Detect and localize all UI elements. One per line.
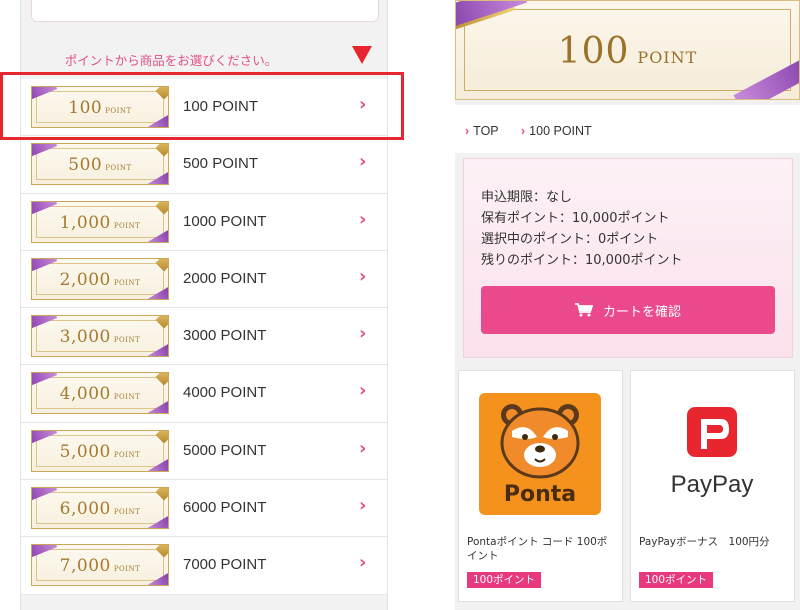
point-row-6000[interactable]: 6,000 POINT 6000 POINT › [21,480,387,538]
chevron-right-icon: › [359,208,367,230]
point-row-label: 1000 POINT [183,212,267,230]
chevron-right-icon: › [359,437,367,459]
point-thumbnail: 3,000 POINT [31,315,169,358]
selected-points-text: 選択中のポイント：0ポイント [481,232,659,247]
product-title: Pontaポイント コード 100ポイント [467,536,608,563]
point-row-7000[interactable]: 7,000 POINT 7000 POINT › [21,537,387,595]
product-title: PayPayボーナス 100円分 [639,536,770,548]
points-badge: 100ポイント [467,572,542,588]
top-card [31,0,379,22]
point-thumbnail: 500 POINT [31,143,169,186]
deadline-text: 申込期限：なし [481,190,573,205]
point-row-3000[interactable]: 3,000 POINT 3000 POINT › [21,308,387,366]
point-row-label: 3000 POINT [183,327,267,345]
chevron-right-icon: › [359,380,367,402]
point-thumbnail: 4,000 POINT [31,372,169,415]
owned-points-text: 保有ポイント：10,000ポイント [481,211,670,226]
point-row-label: 500 POINT [183,155,259,173]
check-cart-button[interactable]: カートを確認 [481,286,775,334]
point-thumbnail: 2,000 POINT [31,257,169,300]
chevron-right-icon: › [521,124,526,138]
paypay-logo-text: PayPay [670,471,754,498]
product-card-paypay[interactable]: PayPay PayPayボーナス 100円分 100ポイント [630,370,795,602]
point-row-5000[interactable]: 5,000 POINT 5000 POINT › [21,422,387,481]
chevron-right-icon: › [359,323,367,345]
down-arrow-annotation-icon [352,46,372,64]
paypay-logo-image: PayPay [651,393,773,515]
remaining-points-text: 残りのポイント：10,000ポイント [481,253,683,268]
ponta-logo-text: Ponta [503,482,577,507]
breadcrumb-top-link[interactable]: › TOP [465,124,499,138]
point-thumbnail: 6,000 POINT [31,487,169,530]
product-card-ponta[interactable]: Ponta Pontaポイント コード 100ポイント 100ポイント [458,370,623,602]
point-thumbnail: 7,000 POINT [31,544,169,587]
point-banner: 100 POINT [455,0,800,100]
chevron-right-icon: › [359,151,367,173]
chevron-right-icon: › [359,495,367,517]
banner-unit: POINT [637,48,698,67]
point-info-box: 申込期限：なし 保有ポイント：10,000ポイント 選択中のポイント：0ポイント… [463,158,793,358]
point-detail-panel: 100 POINT › TOP › 100 POINT 申込期限：なし 保有ポイント：… [455,0,800,610]
instruction-text: ポイントから商品をお選びください。 [64,53,278,68]
point-row-label: 7000 POINT [183,556,267,574]
chevron-right-icon: › [465,124,470,138]
point-list: 100 POINT 100 POINT › 500 POINT 500 POINT … [21,79,387,595]
point-row-label: 2000 POINT [183,269,267,287]
cart-icon [574,303,593,317]
point-row-label: 6000 POINT [183,499,267,517]
check-cart-label: カートを確認 [602,304,681,320]
breadcrumb-current: › 100 POINT [521,124,592,138]
point-thumbnail: 5,000 POINT [31,429,169,472]
breadcrumb: › TOP › 100 POINT [455,105,800,153]
point-row-label: 5000 POINT [183,441,267,459]
points-badge: 100ポイント [639,572,714,588]
chevron-right-icon: › [359,552,367,574]
point-thumbnail: 1,000 POINT [31,200,169,243]
banner-number: 100 [557,31,630,72]
point-row-1000[interactable]: 1,000 POINT 1000 POINT › [21,193,387,251]
point-row-4000[interactable]: 4,000 POINT 4000 POINT › [21,365,387,423]
point-row-label: 4000 POINT [183,384,267,402]
screenshot-stage: ポイントから商品をお選びください。 100 POINT 100 POINT › 5… [0,0,800,610]
point-row-500[interactable]: 500 POINT 500 POINT › [21,136,387,194]
point-row-2000[interactable]: 2,000 POINT 2000 POINT › [21,250,387,309]
ponta-logo-image: Ponta [479,393,601,515]
selection-highlight-box [0,72,404,140]
chevron-right-icon: › [359,265,367,287]
